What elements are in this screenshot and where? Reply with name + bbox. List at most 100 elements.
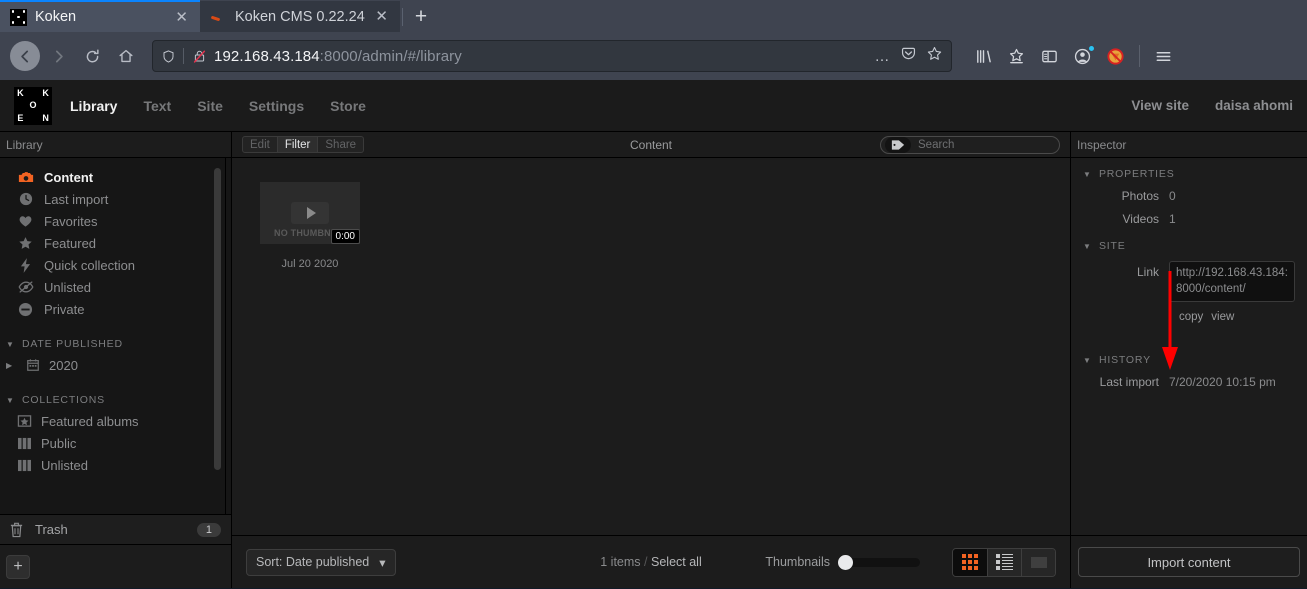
inspector-footer: Import content — [1071, 535, 1307, 588]
bookmark-star-icon[interactable] — [1007, 47, 1026, 66]
sidebar-item-unlisted[interactable]: Unlisted — [0, 276, 231, 298]
tile-caption: Jul 20 2020 — [281, 258, 339, 270]
nav-item-settings[interactable]: Settings — [249, 98, 304, 114]
thumbnail-size-control: Thumbnails — [765, 547, 1056, 577]
duration-badge: 0:00 — [330, 229, 360, 244]
view-site-link[interactable]: View site — [1131, 98, 1189, 113]
sidebar-scroll-area[interactable]: Content Last import Favorites Featured Q… — [0, 158, 231, 514]
nav-item-store[interactable]: Store — [330, 98, 366, 114]
user-menu[interactable]: daisa ahomi — [1215, 98, 1293, 113]
koken-logo[interactable]: K K O E N — [14, 86, 52, 125]
copy-link-button[interactable]: copy — [1179, 311, 1203, 323]
sidebar-item-label: Public — [41, 435, 77, 451]
thumbnail-grid[interactable]: NO THUMBNAIL 0:00 Jul 20 2020 — [232, 158, 1070, 535]
sidebar-item-favorites[interactable]: Favorites — [0, 210, 231, 232]
sidebar-item-label: Favorites — [44, 213, 98, 229]
search-box[interactable] — [880, 135, 1072, 154]
sidebar-group-date-published[interactable]: ▼ DATE PUBLISHED — [0, 334, 231, 354]
sidebar-scrollbar[interactable] — [214, 168, 221, 470]
separator: / — [644, 555, 648, 569]
tag-icon[interactable] — [885, 136, 911, 153]
content-tile[interactable]: NO THUMBNAIL 0:00 Jul 20 2020 — [260, 182, 360, 270]
star-icon[interactable] — [926, 45, 943, 67]
site-link-value[interactable]: http://192.168.43.184:8000/content/ — [1169, 261, 1295, 303]
sidebar-icon[interactable] — [1040, 47, 1059, 66]
chevron-down-icon: ▼ — [6, 395, 15, 405]
edit-button[interactable]: Edit — [242, 136, 278, 153]
chevron-down-icon: ▼ — [1083, 169, 1092, 179]
tab-strip: Koken ✕ Koken CMS 0.22.24 - Arb ✕ + — [0, 0, 1307, 32]
add-button[interactable]: + — [6, 554, 30, 579]
search-input[interactable] — [911, 138, 1072, 151]
sidebar-group-collections[interactable]: ▼ COLLECTIONS — [0, 390, 231, 410]
shield-icon[interactable] — [159, 49, 177, 64]
nav-item-library[interactable]: Library — [70, 98, 117, 114]
menu-icon[interactable] — [1154, 47, 1173, 66]
close-icon[interactable]: ✕ — [373, 9, 390, 24]
thumbnail-size-slider[interactable] — [838, 554, 920, 570]
chevron-right-icon[interactable]: ▶ — [6, 361, 16, 370]
list-view-button[interactable] — [987, 548, 1021, 576]
inspector-group-properties[interactable]: ▼ PROPERTIES — [1083, 168, 1295, 180]
home-icon[interactable] — [110, 40, 142, 72]
inspector-row-link: Link http://192.168.43.184:8000/content/ — [1083, 261, 1295, 303]
view-link-button[interactable]: view — [1211, 311, 1234, 323]
browser-tab-koken[interactable]: Koken ✕ — [0, 0, 200, 32]
share-button[interactable]: Share — [318, 136, 365, 153]
row-value: 0 — [1169, 189, 1176, 203]
sort-dropdown[interactable]: Sort: Date published ▾ — [246, 548, 396, 576]
inspector-group-site[interactable]: ▼ SITE — [1083, 240, 1295, 252]
close-icon[interactable]: ✕ — [173, 10, 190, 25]
slider-handle[interactable] — [838, 554, 853, 570]
firefox-icon — [210, 8, 227, 25]
filter-button[interactable]: Filter — [277, 136, 319, 153]
inspector-group-history[interactable]: ▼ HISTORY — [1083, 354, 1295, 366]
url-text[interactable]: 192.168.43.184:8000/admin/#/library — [214, 48, 869, 65]
sidebar-item-trash[interactable]: Trash 1 — [0, 514, 231, 544]
sidebar-item-last-import[interactable]: Last import — [0, 188, 231, 210]
browser-tab-koken-cms[interactable]: Koken CMS 0.22.24 - Arb ✕ — [200, 1, 400, 32]
new-tab-button[interactable]: + — [405, 1, 437, 32]
sidebar-item-public[interactable]: Public — [0, 432, 231, 454]
sidebar-title: Library — [0, 132, 231, 158]
forward-icon[interactable] — [42, 40, 74, 72]
album-star-icon — [16, 413, 33, 430]
content-pane: Edit Filter Share Content Search NO THUM… — [232, 132, 1072, 588]
import-content-button[interactable]: Import content — [1078, 547, 1300, 577]
camera-icon — [17, 169, 34, 186]
sidebar-item-unlisted-collection[interactable]: Unlisted — [0, 454, 231, 476]
blocked-icon[interactable] — [1106, 47, 1125, 66]
content-toolbar: Edit Filter Share Content — [232, 132, 1072, 158]
back-icon[interactable] — [10, 41, 40, 71]
account-icon[interactable] — [1073, 44, 1095, 66]
sidebar-item-featured-albums[interactable]: Featured albums — [0, 410, 231, 432]
url-bar[interactable]: 192.168.43.184:8000/admin/#/library … — [152, 40, 952, 72]
sidebar-item-label: Private — [44, 301, 85, 317]
reload-icon[interactable] — [76, 40, 108, 72]
select-all-link[interactable]: Select all — [651, 555, 702, 569]
sidebar-item-private[interactable]: Private — [0, 298, 231, 320]
broken-lock-icon[interactable] — [190, 49, 208, 64]
pocket-icon[interactable] — [900, 45, 917, 67]
sidebar-item-featured[interactable]: Featured — [0, 232, 231, 254]
sidebar-item-quick-collection[interactable]: Quick collection — [0, 254, 231, 276]
koken-icon — [10, 8, 27, 26]
content-bottom-bar: Sort: Date published ▾ 1 items / Select … — [232, 535, 1070, 588]
row-value: 1 — [1169, 212, 1176, 226]
grid-view-button[interactable] — [953, 548, 987, 576]
nav-item-site[interactable]: Site — [197, 98, 223, 114]
sidebar-item-content[interactable]: Content — [0, 166, 231, 188]
single-view-button[interactable] — [1021, 548, 1055, 576]
logo-cell — [14, 99, 27, 112]
inspector-title: Inspector — [1071, 132, 1307, 158]
chevron-down-icon: ▼ — [6, 339, 15, 349]
search-area — [880, 135, 1072, 154]
library-icon[interactable] — [974, 47, 993, 66]
sidebar-group-label: DATE PUBLISHED — [22, 338, 123, 350]
sidebar-item-2020[interactable]: ▶ 2020 — [0, 354, 231, 376]
thumbnail-image[interactable]: NO THUMBNAIL 0:00 — [260, 182, 360, 244]
view-mode-buttons — [952, 547, 1056, 577]
nav-item-text[interactable]: Text — [143, 98, 171, 114]
page-actions-icon[interactable]: … — [875, 48, 892, 65]
row-label: Photos — [1121, 189, 1159, 203]
